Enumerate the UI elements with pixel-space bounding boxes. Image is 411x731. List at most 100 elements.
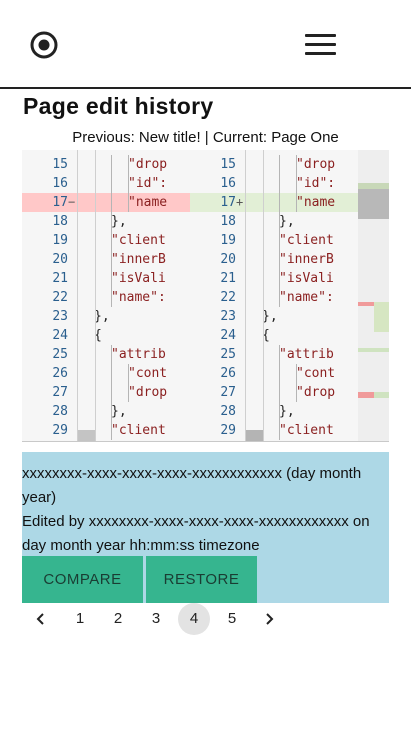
chevron-left-icon[interactable]	[25, 603, 57, 635]
diff-line: 24{	[22, 326, 190, 345]
diff-line: 18},	[190, 212, 358, 231]
line-number: 21	[220, 271, 236, 286]
page-2[interactable]: 2	[102, 603, 134, 635]
indent-guide	[111, 174, 112, 193]
diff-pane-current[interactable]: 15 "drop 16 "id": 17 + "name 18}, 19 "client 20 "in…	[190, 150, 358, 441]
diff-line: 15 "drop	[190, 155, 358, 174]
line-number: 27	[52, 385, 68, 400]
diff-line: 20 "innerB	[190, 250, 358, 269]
diff-line: 29 "client	[22, 421, 190, 440]
line-number: 19	[220, 233, 236, 248]
line-number: 26	[52, 366, 68, 381]
line-number: 15	[220, 157, 236, 172]
line-number: 21	[52, 271, 68, 286]
page-1[interactable]: 1	[64, 603, 96, 635]
indent-guide	[279, 383, 280, 402]
indent-guide	[111, 155, 112, 174]
diff-line: 17 + "name	[190, 193, 358, 212]
diff-line: 28},	[22, 402, 190, 421]
line-number: 17	[220, 195, 236, 210]
code-text: "cont	[296, 366, 336, 381]
diff-pane-previous[interactable]: 15 "drop 16 "id": 17− "name 18}, 19 "client 20 "in…	[22, 150, 190, 441]
diff-right-scrollbar[interactable]	[245, 150, 264, 441]
diff-viewer[interactable]: 15 "drop 16 "id": 17− "name 18}, 19 "client 20 "in…	[22, 150, 389, 442]
top-bar	[0, 0, 411, 89]
page-4-current[interactable]: 4	[178, 603, 210, 635]
code-text: },	[279, 404, 295, 419]
code-text: "name":	[111, 290, 166, 305]
line-number: 22	[220, 290, 236, 305]
code-text: "attrib	[111, 347, 166, 362]
line-number: 25	[220, 347, 236, 362]
compare-summary: Previous: New title! | Current: Page One	[72, 129, 339, 146]
page-5[interactable]: 5	[216, 603, 248, 635]
diff-line: 17− "name	[22, 193, 190, 212]
line-number: 29	[220, 423, 236, 438]
line-number: 16	[220, 176, 236, 191]
code-text: },	[279, 214, 295, 229]
indent-guide	[111, 383, 112, 402]
code-text: },	[111, 214, 127, 229]
code-text: "name":	[279, 290, 334, 305]
line-number: 18	[52, 214, 68, 229]
code-text: "innerB	[111, 252, 166, 267]
diff-line: 19 "client	[22, 231, 190, 250]
diff-line: 19 "client	[190, 231, 358, 250]
line-number: 17	[52, 195, 68, 210]
line-number: 28	[220, 404, 236, 419]
line-number: 23	[220, 309, 236, 324]
code-text: "drop	[128, 157, 168, 172]
line-number: 22	[52, 290, 68, 305]
diff-line: 16 "id":	[190, 174, 358, 193]
line-number: 27	[220, 385, 236, 400]
line-number: 24	[220, 328, 236, 343]
code-text: "drop	[128, 385, 168, 400]
code-text: "cont	[128, 366, 168, 381]
diff-line: 27 "drop	[22, 383, 190, 402]
diff-line: 15 "drop	[22, 155, 190, 174]
hamburger-menu-icon[interactable]	[305, 34, 337, 56]
diff-line: 27 "drop	[190, 383, 358, 402]
line-number: 20	[52, 252, 68, 267]
code-text: "client	[111, 423, 166, 438]
chevron-right-icon[interactable]	[253, 603, 285, 635]
history-item: xxxxxxxx-xxxx-xxxx-xxxx-xxxxxxxxxxxx (da…	[22, 452, 389, 603]
diff-overview-ruler[interactable]	[358, 150, 389, 441]
diff-line: 16 "id":	[22, 174, 190, 193]
diff-line: 23},	[190, 307, 358, 326]
page-3[interactable]: 3	[140, 603, 172, 635]
diff-line: 21 "isVali	[190, 269, 358, 288]
indent-guide	[111, 193, 112, 212]
restore-button[interactable]: RESTORE	[146, 556, 257, 603]
line-number: 16	[52, 176, 68, 191]
code-text: },	[94, 309, 110, 324]
line-number: 26	[220, 366, 236, 381]
diff-line: 26 "cont	[22, 364, 190, 383]
line-number: 25	[52, 347, 68, 362]
code-text: },	[111, 404, 127, 419]
code-text: "isVali	[279, 271, 334, 286]
history-item-title: xxxxxxxx-xxxx-xxxx-xxxx-xxxxxxxxxxxx (da…	[22, 465, 362, 506]
diff-line: 18},	[22, 212, 190, 231]
code-text: "isVali	[111, 271, 166, 286]
diff-left-scrollbar[interactable]	[77, 150, 96, 441]
code-text: "client	[279, 233, 334, 248]
diff-line: 25 "attrib	[22, 345, 190, 364]
indent-guide	[111, 364, 112, 383]
diff-line: 22 "name":	[22, 288, 190, 307]
code-text: "name	[128, 195, 168, 210]
compare-button[interactable]: COMPARE	[22, 556, 143, 603]
indent-guide	[279, 364, 280, 383]
target-icon[interactable]	[30, 31, 58, 59]
history-item-meta: Edited by xxxxxxxx-xxxx-xxxx-xxxx-xxxxxx…	[22, 513, 370, 554]
diff-line: 29 "client	[190, 421, 358, 440]
diff-line: 22 "name":	[190, 288, 358, 307]
code-text: },	[262, 309, 278, 324]
diff-line: 23},	[22, 307, 190, 326]
code-text: "id":	[128, 176, 168, 191]
diff-line: 28},	[190, 402, 358, 421]
diff-line: 21 "isVali	[22, 269, 190, 288]
code-text: "drop	[296, 385, 336, 400]
pagination: 1 2 3 4 5	[22, 603, 389, 635]
line-number: 23	[52, 309, 68, 324]
